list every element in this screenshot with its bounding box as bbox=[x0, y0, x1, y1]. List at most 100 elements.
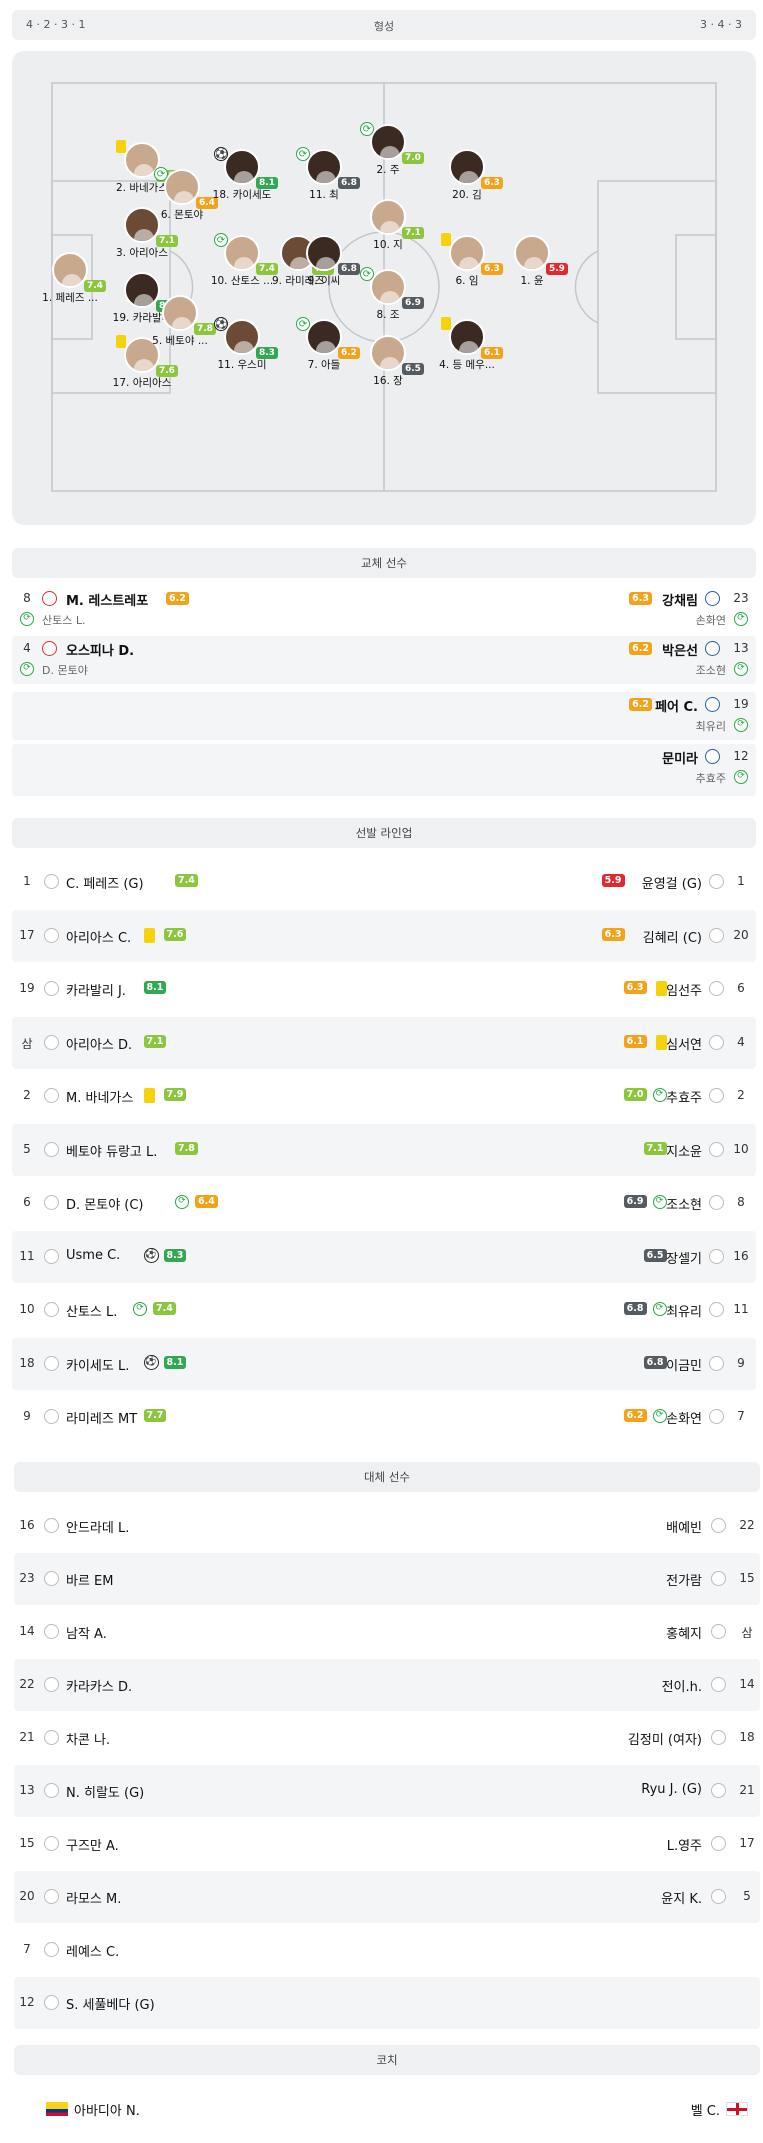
substitution-icon: ⟳ bbox=[652, 1088, 667, 1102]
player-name[interactable]: 안드라데 L. bbox=[66, 1517, 129, 1536]
player-name[interactable]: S. 세풀베다 (G) bbox=[66, 1994, 155, 2013]
player-name[interactable]: Usme C. bbox=[66, 1248, 120, 1263]
player-name[interactable]: L.영주 bbox=[667, 1835, 702, 1854]
player-name[interactable]: 산토스 L. bbox=[66, 1301, 117, 1320]
player-number: 21 bbox=[19, 1730, 35, 1744]
substitution-icon: ⟳ bbox=[734, 612, 748, 626]
player-name[interactable]: 구즈만 A. bbox=[66, 1835, 119, 1854]
club-badge-icon bbox=[709, 1034, 724, 1050]
player-name[interactable]: 장셀기 bbox=[666, 1248, 702, 1267]
player-avatar bbox=[224, 149, 260, 185]
sub-in-name[interactable]: 박은선 bbox=[662, 640, 698, 659]
player-name[interactable]: 베토야 듀랑고 L. bbox=[66, 1141, 157, 1160]
player-number: 11 bbox=[19, 1248, 35, 1263]
player-number: 22 bbox=[739, 1518, 755, 1532]
sub-in-name[interactable]: 강채림 bbox=[662, 590, 698, 609]
sub-out-name: 산토스 L. bbox=[42, 614, 86, 627]
lineup-row: 2 M. 바네가스 7.9 2 추효주 ⟳ 7.0 bbox=[12, 1070, 756, 1122]
substitution-icon: ⟳ bbox=[296, 147, 310, 161]
club-badge-icon bbox=[44, 1836, 59, 1851]
goal-ball-icon: ⚽ bbox=[214, 147, 228, 161]
player-name[interactable]: 카이세도 L. bbox=[66, 1355, 129, 1374]
player-name[interactable]: 조소현 bbox=[666, 1194, 702, 1213]
pitch-player[interactable]: 6.3 20. 김 bbox=[417, 143, 517, 209]
player-name[interactable]: 아리아스 C. bbox=[66, 927, 131, 946]
player-name[interactable]: 윤영걸 (G) bbox=[642, 873, 702, 892]
sub-in-name[interactable]: 문미라 bbox=[662, 748, 698, 767]
player-name[interactable]: 전가람 bbox=[666, 1570, 702, 1589]
goal-ball-icon: ⚽ bbox=[214, 317, 228, 331]
player-name[interactable]: M. 바네가스 bbox=[66, 1087, 133, 1106]
player-number: 18 bbox=[19, 1355, 35, 1370]
home-coach[interactable]: 아바디아 N. bbox=[74, 2100, 140, 2119]
bench-row: 21 차콘 나. 김정미 (여자) 18 bbox=[14, 1712, 760, 1764]
sub-out-name: 추효주 bbox=[695, 772, 726, 785]
sub-in-name[interactable]: M. 레스트레포 bbox=[66, 590, 148, 609]
player-name[interactable]: 아리아스 D. bbox=[66, 1034, 132, 1053]
player-name[interactable]: 카라카스 D. bbox=[66, 1676, 132, 1695]
player-number: 15 bbox=[739, 1571, 755, 1585]
lineup-row: 9 라미레즈 MT 7.7 7 손화연 ⟳ 6.2 bbox=[12, 1391, 756, 1443]
club-badge-icon bbox=[44, 1624, 59, 1639]
lineup-row: 19 카라발리 J. 8.1 6 임선주 6.3 bbox=[12, 963, 756, 1015]
club-badge-icon bbox=[709, 874, 724, 889]
player-name[interactable]: 홍혜지 bbox=[666, 1623, 702, 1642]
player-rating: 6.8 bbox=[643, 1355, 667, 1369]
player-number: 16 bbox=[733, 1248, 749, 1263]
sub-in-name[interactable]: 오스피나 D. bbox=[66, 640, 134, 659]
substitution-icon: ⟳ bbox=[20, 612, 34, 626]
lineup-row: 17 아리아스 C. 7.6 20 김혜리 (C) 6.3 bbox=[12, 909, 756, 962]
substitution-icon: ⟳ bbox=[360, 267, 374, 281]
player-name[interactable]: 심서연 bbox=[666, 1034, 702, 1053]
player-name: 4. 등 메우... bbox=[439, 359, 495, 371]
player-name[interactable]: 배예빈 bbox=[666, 1517, 702, 1536]
sub-in-name[interactable]: 페어 C. bbox=[655, 696, 698, 715]
away-coach[interactable]: 벨 C. bbox=[691, 2100, 720, 2119]
player-rating: 7.4 bbox=[175, 874, 198, 887]
club-badge-icon bbox=[44, 874, 59, 889]
player-name[interactable]: 차콘 나. bbox=[66, 1729, 110, 1748]
bench-row: 15 구즈만 A. L.영주 17 bbox=[14, 1818, 760, 1870]
coach-header: 코치 bbox=[14, 2045, 760, 2075]
player-avatar bbox=[52, 252, 88, 288]
player-number: 22 bbox=[19, 1677, 35, 1691]
player-rating: 7.7 bbox=[143, 1409, 167, 1422]
player-name[interactable]: 김혜리 (C) bbox=[643, 927, 702, 946]
player-rating: 6.8 bbox=[623, 1302, 647, 1315]
player-name[interactable]: 윤지 K. bbox=[661, 1888, 702, 1907]
player-name[interactable]: 레예스 C. bbox=[66, 1941, 119, 1960]
club-badge-icon bbox=[44, 1889, 59, 1904]
club-badge-icon bbox=[44, 1518, 59, 1533]
player-name[interactable]: C. 페레즈 (G) bbox=[66, 873, 144, 892]
player-name[interactable]: Ryu J. (G) bbox=[641, 1782, 702, 1797]
player-number: 15 bbox=[19, 1836, 35, 1850]
player-name[interactable]: 남작 A. bbox=[66, 1623, 107, 1642]
player-number: 23 bbox=[19, 1571, 35, 1585]
player-name[interactable]: N. 히랄도 (G) bbox=[66, 1782, 144, 1801]
player-number: 20 bbox=[733, 927, 749, 942]
lineup-row: 삼 아리아스 D. 7.1 4 심서연 6.1 bbox=[12, 1016, 756, 1069]
player-name[interactable]: D. 몬토야 (C) bbox=[66, 1194, 144, 1213]
player-name[interactable]: 지소윤 bbox=[666, 1141, 702, 1160]
pitch-player[interactable]: 6.1 4. 등 메우... bbox=[417, 313, 517, 379]
player-name[interactable]: 라모스 M. bbox=[66, 1888, 121, 1907]
player-name[interactable]: 임선주 bbox=[666, 980, 702, 999]
player-avatar bbox=[370, 199, 406, 235]
player-name[interactable]: 이금민 bbox=[666, 1355, 702, 1374]
club-badge-icon bbox=[44, 1141, 59, 1157]
sub-in-number: 8 bbox=[23, 591, 31, 605]
player-name[interactable]: 추효주 bbox=[666, 1087, 702, 1106]
player-name[interactable]: 손화연 bbox=[666, 1408, 702, 1427]
player-number: 8 bbox=[737, 1195, 745, 1209]
player-name[interactable]: 최유리 bbox=[666, 1301, 702, 1320]
player-name[interactable]: 김정미 (여자) bbox=[628, 1729, 702, 1748]
player-name[interactable]: 전이.h. bbox=[662, 1676, 702, 1695]
club-badge-icon bbox=[44, 1942, 59, 1957]
club-badge-icon bbox=[44, 981, 59, 996]
club-badge-icon bbox=[44, 1034, 59, 1050]
player-name[interactable]: 라미레즈 MT bbox=[66, 1408, 137, 1427]
pitch-player[interactable]: 5.9 1. 윤 bbox=[482, 229, 582, 295]
sub-out-name: 손화연 bbox=[695, 614, 726, 627]
player-name[interactable]: 카라발리 J. bbox=[66, 980, 126, 999]
player-name[interactable]: 바르 EM bbox=[66, 1570, 113, 1589]
